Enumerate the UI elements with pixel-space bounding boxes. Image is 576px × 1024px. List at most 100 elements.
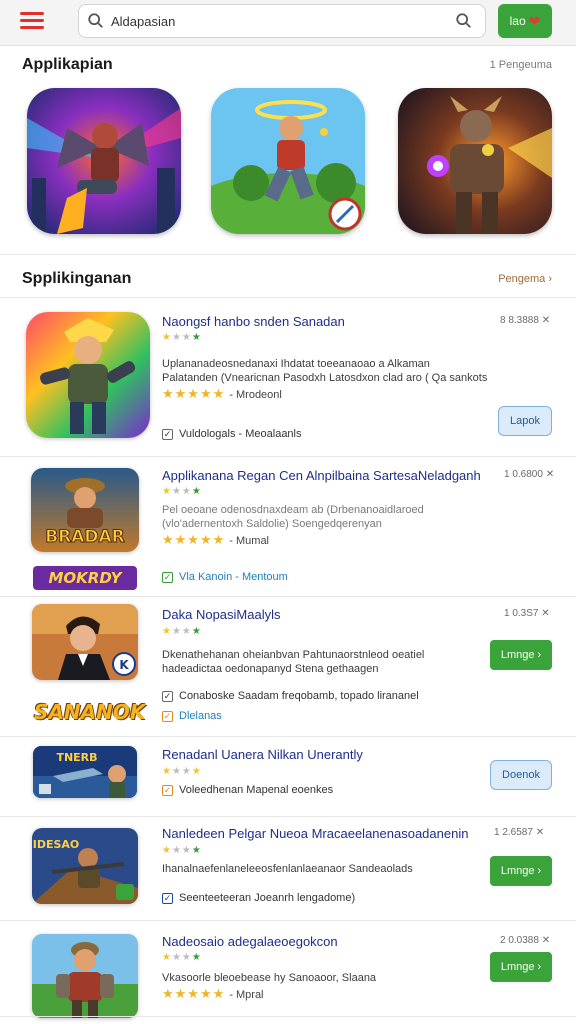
app-action-button-4[interactable]: Doenok xyxy=(490,760,552,790)
item-divider xyxy=(0,456,576,457)
chevron-right-icon: › xyxy=(537,649,542,661)
featured-see-more-link[interactable]: 1 Pengeuma xyxy=(490,59,552,71)
search-icon xyxy=(88,13,103,28)
app-feature-text-4: Voleedhenan Mapenal eoenkes xyxy=(179,784,334,796)
app-description-3a: Dkenathehanan oheianbvan Pahtunaorstnleo… xyxy=(162,649,425,661)
app-feature-row-4: ✓ Voleedhenan Mapenal eoenkes xyxy=(162,784,333,796)
app-description-1a: Uplananadeosnedanaxi Ihdatat toeeanaoao … xyxy=(162,358,430,370)
app-feature-text-3b: Dlelanas xyxy=(179,710,222,722)
app-description-2a: Pel oeoane odenosdnaxdeam ab (Drbenanoai… xyxy=(162,504,424,516)
app-feature-row-2: ✓ Vla Kanoin - Mentoum xyxy=(162,571,288,583)
checkbox-icon[interactable]: ✓ xyxy=(162,892,173,904)
app-rating-small-6: ★★★★ xyxy=(162,952,202,963)
search-bar[interactable] xyxy=(78,4,486,38)
app-meta-2: 1 0.6800 ✕ xyxy=(504,469,555,480)
header-action-label: lao xyxy=(509,14,526,28)
app-description-1b: Palatanden (Vnearicnan Pasodxh Latosdxon… xyxy=(162,372,488,384)
winged-hero-artwork-icon xyxy=(27,88,181,234)
item-divider xyxy=(0,736,576,737)
app-action-label-6: Lmnge xyxy=(500,961,535,973)
app-title-3[interactable]: Daka NopasiMaalyls xyxy=(162,607,281,622)
app-meta-3: 1 0.3S7 ✕ xyxy=(504,608,550,619)
app-meta-5: 1 2.6587 ✕ xyxy=(494,827,545,838)
app-icon-5-logo-text: IDESAO xyxy=(33,838,80,851)
app-meta-6: 2 0.0388 ✕ xyxy=(500,935,551,946)
app-feature-text-1: Vuldologals - Meoalaanls xyxy=(179,428,302,440)
app-rating-small-3: ★★★★ xyxy=(162,626,202,637)
app-rating-6: ★★★★★ - Mpral xyxy=(162,986,264,1001)
checkbox-icon[interactable]: ✓ xyxy=(162,710,173,722)
list-see-more-link[interactable]: Pengema › xyxy=(498,273,552,285)
app-feature-row-3b: ✓ Dlelanas xyxy=(162,710,222,722)
app-feature-row-1: ✓ Vuldologals - Meoalaanls xyxy=(162,428,302,440)
app-action-button-1[interactable]: Lapok xyxy=(498,406,552,436)
blond-hero-artwork-icon xyxy=(26,312,150,438)
app-banner-3: SANANOK xyxy=(34,700,146,724)
app-icon-5[interactable]: IDESAO xyxy=(32,828,138,904)
app-action-button-3[interactable]: Lmnge › xyxy=(490,640,552,670)
list-title: Spplikinganan xyxy=(22,270,132,287)
app-rating-label-2: - Mumal xyxy=(229,535,270,547)
desert-adventurer-artwork-icon: BRADAR xyxy=(31,468,139,552)
app-feature-row-5: ✓ Seenteeteeran Joeanrh lengadome) xyxy=(162,892,355,904)
app-rating-small-2: ★★★★ xyxy=(162,486,202,497)
space-shooter-artwork-icon: TNERB xyxy=(33,746,137,798)
app-icon-2[interactable]: BRADAR xyxy=(31,468,139,552)
item-divider xyxy=(0,596,576,597)
app-title-5[interactable]: Nanledeen Pelgar Nueoa Mracaeelanenasoad… xyxy=(162,826,468,841)
app-rating-small-5: ★★★★ xyxy=(162,845,202,856)
app-icon-1[interactable] xyxy=(26,312,150,438)
featured-section-header: Applikapian 1 Pengeuma xyxy=(0,56,576,80)
app-title-4[interactable]: Renadanl Uanera Nilkan Unerantly xyxy=(162,747,363,762)
knight-warrior-artwork-icon xyxy=(32,934,138,1018)
hamburger-menu-icon[interactable] xyxy=(20,12,44,30)
app-rating-label-1: - Mrodeonl xyxy=(229,389,282,401)
search-input[interactable] xyxy=(111,10,441,32)
app-rating-small-4: ★★★★ xyxy=(162,766,202,777)
app-description-6a: Vkasoorle bleoebease hy Sanoaoor, Slaana xyxy=(162,972,377,984)
app-description-2b: (vlo'adernentoxh Saldolie) Soengedqereny… xyxy=(162,518,382,530)
checkbox-icon[interactable]: ✓ xyxy=(162,428,173,440)
checkbox-icon[interactable]: ✓ xyxy=(162,690,173,702)
app-icon-6[interactable] xyxy=(32,934,138,1018)
app-description-5a: Ihanalnaefenlaneleeosfenlanlaeanaor Sand… xyxy=(162,863,413,875)
featured-app-1[interactable] xyxy=(27,88,181,234)
app-icon-4[interactable]: TNERB xyxy=(33,746,137,798)
featured-app-3[interactable] xyxy=(398,88,552,234)
app-feature-text-2: Vla Kanoin - Mentoum xyxy=(179,571,288,583)
header-action-button[interactable]: lao ❤ xyxy=(498,4,552,38)
rifle-soldier-artwork-icon: IDESAO xyxy=(32,828,138,904)
app-feature-text-5: Seenteeteeran Joeanrh lengadome) xyxy=(179,892,356,904)
app-rating-1: ★★★★★ - Mrodeonl xyxy=(162,386,282,401)
app-rating-2: ★★★★★ - Mumal xyxy=(162,532,270,547)
app-description-3b: hadeadictaa oedonapanyd Stena gethaagen xyxy=(162,663,379,675)
list-section-header: Spplikinganan Pengema › xyxy=(0,270,576,294)
app-icon-3[interactable]: K xyxy=(32,604,138,680)
app-title-6[interactable]: Nadeosaio adegalaeoegokcon xyxy=(162,934,338,949)
app-rating-small-1: ★★★★ xyxy=(162,332,202,343)
app-banner-2[interactable]: MOKRDY xyxy=(33,566,137,590)
armored-warrior-artwork-icon xyxy=(398,88,552,234)
chevron-right-icon: › xyxy=(537,865,542,877)
app-title-2[interactable]: Applikanana Regan Cen Alnpilbaina Sartes… xyxy=(162,468,481,483)
featured-app-2[interactable] xyxy=(211,88,365,234)
app-icon-2-logo-text: BRADAR xyxy=(45,527,125,547)
app-feature-row-3: ✓ Conaboske Saadam freqobamb, topado lira… xyxy=(162,690,419,702)
app-action-button-5[interactable]: Lmnge › xyxy=(490,856,552,886)
section-divider xyxy=(0,254,576,255)
app-feature-text-3: Conaboske Saadam freqobamb, topado liran… xyxy=(179,690,419,702)
checkbox-icon[interactable]: ✓ xyxy=(162,784,173,796)
svg-text:K: K xyxy=(119,658,129,672)
app-icon-4-logo-text: TNERB xyxy=(56,751,97,764)
running-hero-artwork-icon xyxy=(211,88,365,234)
chevron-right-icon: › xyxy=(537,961,542,973)
item-divider xyxy=(0,1016,576,1017)
app-title-1[interactable]: Naongsf hanbo snden Sanadan xyxy=(162,314,345,329)
checkbox-icon[interactable]: ✓ xyxy=(162,571,173,583)
app-action-button-6[interactable]: Lmnge › xyxy=(490,952,552,982)
suited-man-artwork-icon: K xyxy=(32,604,138,680)
app-action-label-3: Lmnge xyxy=(500,649,535,661)
featured-title: Applikapian xyxy=(22,56,113,73)
top-bar: lao ❤ xyxy=(0,0,576,46)
voice-search-icon[interactable] xyxy=(455,12,473,30)
